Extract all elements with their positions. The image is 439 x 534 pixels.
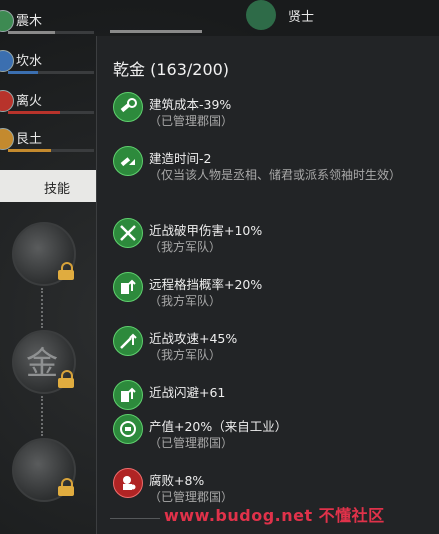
tooltip-title: 乾金 (163/200)	[113, 60, 230, 79]
effect-title: 近战闪避+61	[149, 385, 226, 400]
background-title: 贤士	[288, 10, 315, 25]
armor-pierce-icon	[113, 218, 143, 248]
effect-subtitle: （我方军队）	[149, 294, 222, 308]
element-progress-bar	[8, 31, 94, 34]
background-portrait-icon	[246, 0, 276, 30]
build-cost-icon	[113, 92, 143, 122]
skill-connector	[41, 396, 45, 436]
corruption-icon	[113, 468, 143, 498]
effect-title: 远程格挡概率+20%	[149, 277, 263, 292]
skill-node-glyph: 金	[26, 344, 59, 382]
earth-element-icon	[0, 128, 14, 150]
tab-skills[interactable]: 技能	[0, 170, 96, 202]
lock-icon	[58, 478, 74, 496]
element-progress-bar	[8, 149, 94, 152]
skill-node[interactable]: 金	[12, 330, 76, 394]
element-row-gentu[interactable]: 艮土	[0, 124, 96, 154]
tab-skills-label: 技能	[44, 182, 71, 197]
element-progress-bar	[8, 71, 94, 74]
element-label: 离火	[16, 94, 43, 109]
element-row-lihuo[interactable]: 离火	[0, 86, 96, 116]
element-label: 艮土	[16, 132, 43, 147]
melee-speed-icon	[113, 326, 143, 356]
effect-subtitle: （我方军队）	[149, 240, 222, 254]
effect-subtitle: （已管理郡国）	[149, 114, 234, 128]
build-time-icon	[113, 146, 143, 176]
lock-icon	[58, 262, 74, 280]
divider	[110, 518, 160, 519]
melee-evade-icon	[113, 380, 143, 410]
game-screen: 贤士 震木 坎水 离火 艮土 技能 金 乾金 (163/200) 建筑成本-39…	[0, 0, 439, 534]
effect-title: 建筑成本-39%	[149, 97, 232, 112]
water-element-icon	[0, 50, 14, 72]
skill-tooltip: 乾金 (163/200) 建筑成本-39% （已管理郡国） 建造时间-2 （仅当…	[96, 36, 439, 534]
ranged-block-icon	[113, 272, 143, 302]
skill-connector	[41, 288, 45, 328]
skill-node[interactable]	[12, 438, 76, 502]
wood-element-icon	[0, 10, 14, 32]
effect-title: 近战攻速+45%	[149, 331, 238, 346]
element-label: 坎水	[16, 54, 43, 69]
effect-subtitle: （仅当该人物是丞相、储君或派系领袖时生效）	[149, 168, 402, 182]
output-icon	[113, 414, 143, 444]
watermark: www.budog.net 不懂社区	[164, 506, 385, 525]
effect-title: 建造时间-2	[149, 151, 212, 166]
lock-icon	[58, 370, 74, 388]
effect-subtitle: （已管理郡国）	[149, 436, 234, 450]
element-label: 震木	[16, 14, 43, 29]
element-progress-bar	[8, 111, 94, 114]
element-row-kanshui[interactable]: 坎水	[0, 46, 96, 76]
effect-title: 产值+20%（来自工业）	[149, 419, 288, 434]
element-row-zhenmu[interactable]: 震木	[0, 6, 96, 36]
fire-element-icon	[0, 90, 14, 112]
background-divider	[110, 30, 202, 33]
effect-title: 腐败+8%	[149, 473, 205, 488]
effect-subtitle: （我方军队）	[149, 348, 222, 362]
skill-node[interactable]	[12, 222, 76, 286]
effect-title: 近战破甲伤害+10%	[149, 223, 263, 238]
